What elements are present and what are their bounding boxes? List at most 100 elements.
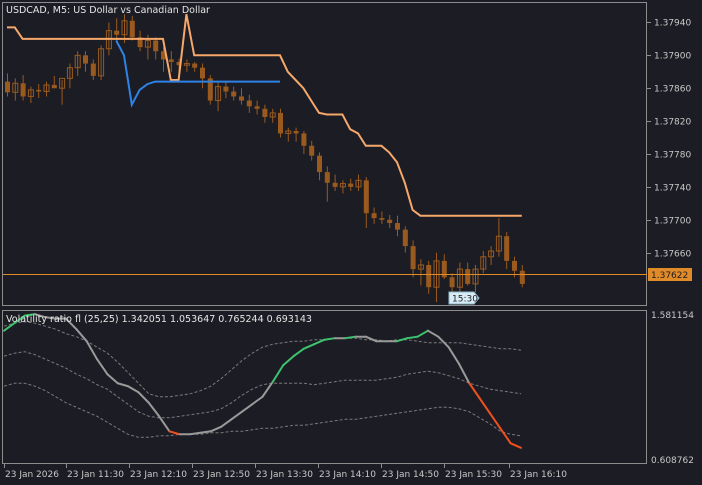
price-axis-label: 1.37860	[654, 85, 691, 95]
candle-body-down	[5, 81, 10, 93]
mt-chart-window[interactable]: 1.37940 1.37900 1.37860 1.37820 1.37780 1.377…	[0, 0, 702, 485]
candle-body-down	[254, 106, 260, 109]
candle	[488, 246, 495, 265]
candle	[395, 215, 400, 237]
candle-body-down	[200, 67, 205, 79]
price-axis-label: 1.37740	[654, 184, 691, 194]
candle	[301, 130, 307, 154]
main-price-pane[interactable]	[5, 14, 525, 302]
candle	[207, 75, 213, 105]
candle	[371, 207, 377, 224]
vol-upper-band	[3, 321, 522, 398]
price-axis-label: 1.37900	[654, 52, 691, 62]
candle	[317, 152, 322, 181]
vol-ratio-segment	[199, 430, 212, 434]
time-axis-label: 23 Jan 14:50	[382, 470, 439, 480]
candle-body-down	[449, 277, 455, 288]
candle-body-down	[504, 236, 510, 261]
candle	[12, 78, 19, 101]
candle	[200, 63, 205, 89]
main-chart-frame	[2, 2, 647, 306]
indicator-title: Volatility ratio fl (25,25) 1.342051 1.0…	[6, 314, 312, 325]
vol-ratio-segment	[302, 343, 316, 350]
candle	[417, 259, 424, 286]
candle	[90, 59, 96, 80]
candle-body-down	[348, 183, 354, 187]
lower-channel-line	[115, 40, 280, 108]
candle-body-down	[465, 269, 471, 284]
vol-ratio-segment	[137, 391, 150, 404]
candle-body-down	[114, 30, 120, 35]
vol-ratio-segment	[106, 373, 119, 385]
candle	[433, 252, 440, 302]
candle-body-down	[293, 130, 299, 134]
candle-body-down	[387, 219, 393, 224]
main-chart-title: USDCAD, M5: US Dollar vs Canadian Dollar	[6, 5, 210, 16]
candle	[83, 51, 88, 72]
vol-ratio-segment	[168, 430, 181, 436]
candle-body-down	[379, 218, 385, 220]
candle-body-down	[371, 213, 377, 219]
vol-ratio-segment	[323, 337, 336, 341]
candle	[262, 104, 268, 123]
candle	[339, 180, 346, 194]
candle-body-down	[410, 246, 416, 270]
time-axis-label: 23 Jan 14:10	[319, 470, 376, 480]
candle-body-down	[324, 172, 330, 183]
candle	[20, 75, 26, 101]
candle	[387, 214, 393, 228]
candle-body-down	[223, 86, 229, 92]
candle	[355, 174, 362, 191]
candle	[348, 178, 354, 191]
candle-body-down	[262, 108, 268, 117]
candle	[153, 37, 159, 60]
candle	[324, 166, 330, 202]
candle-body-down	[153, 40, 159, 52]
vol-ratio-segment	[364, 335, 378, 343]
vol-ratio-segment	[447, 346, 460, 365]
vol-ratio-segment	[96, 358, 109, 376]
vol-ratio-segment	[189, 431, 202, 436]
candle-body-down	[309, 145, 315, 156]
vol-ratio-segment	[271, 364, 285, 383]
time-tooltip-label: 15:30	[452, 295, 478, 305]
vol-ratio-segment	[509, 442, 522, 449]
candle	[66, 63, 73, 89]
candle	[519, 265, 525, 288]
candle	[449, 273, 455, 294]
candle-body-down	[519, 270, 525, 284]
candle	[239, 88, 244, 105]
candle	[137, 30, 143, 52]
price-axis-label: 1.37940	[654, 19, 691, 29]
candle-body-down	[301, 133, 307, 146]
vol-lower-band	[3, 382, 522, 438]
indicator-frame	[2, 310, 647, 464]
vol-ratio-segment	[457, 362, 471, 385]
axis-layer: 1.37940 1.37900 1.37860 1.37820 1.37780 1.377…	[4, 19, 691, 480]
candle	[504, 232, 510, 270]
candle-body-down	[402, 229, 408, 247]
vol-ratio-segment	[220, 418, 233, 428]
time-axis-label: 23 Jan 11:30	[67, 470, 124, 480]
current-price-label: 1.37622	[651, 271, 688, 281]
indicator-pane[interactable]	[3, 313, 522, 449]
candle	[285, 127, 292, 142]
candle	[231, 86, 237, 101]
vol-mid-band	[3, 351, 522, 419]
vol-ratio-segment	[209, 425, 223, 433]
vol-ratio-segment	[127, 385, 140, 394]
candle	[59, 77, 66, 105]
candle-body-down	[512, 260, 517, 271]
candle-body-down	[192, 63, 198, 68]
candle-body-down	[317, 155, 322, 173]
vol-ratio-segment	[426, 329, 440, 338]
candle	[441, 254, 447, 279]
chart-canvas[interactable]: 1.37940 1.37900 1.37860 1.37820 1.37780 1.377…	[0, 0, 702, 485]
vol-ratio-segment	[158, 415, 171, 433]
price-axis-label: 1.37820	[654, 118, 691, 128]
time-axis-label: 23 Jan 12:50	[193, 470, 250, 480]
candle	[402, 226, 408, 253]
candle-body-down	[246, 100, 252, 107]
vol-ratio-segment	[116, 382, 130, 388]
candle-body-down	[363, 180, 369, 214]
